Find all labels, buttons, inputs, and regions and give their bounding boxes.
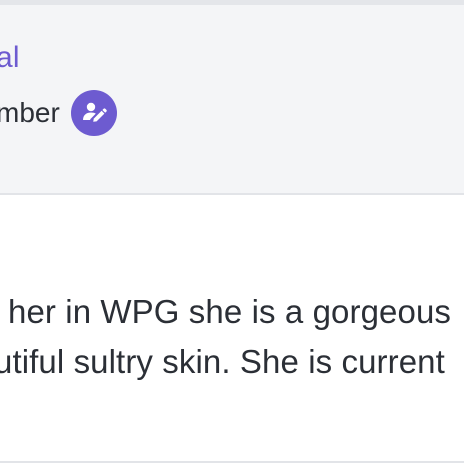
author-role-label: mber [0,97,60,128]
author-role-row: mber [0,89,117,137]
post-text-line-2: utiful sultry skin. She is current [0,343,445,380]
page: al mber her in WPG she is a gorgeous uti… [0,0,464,463]
author-name-link[interactable]: al [0,41,20,75]
post-text-line-1: her in WPG she is a gorgeous [8,293,452,330]
post-header: al mber [0,5,464,195]
edit-user-glyph [82,102,107,122]
post-body: her in WPG she is a gorgeous utiful sult… [0,195,464,463]
edit-user-icon[interactable] [70,90,117,136]
